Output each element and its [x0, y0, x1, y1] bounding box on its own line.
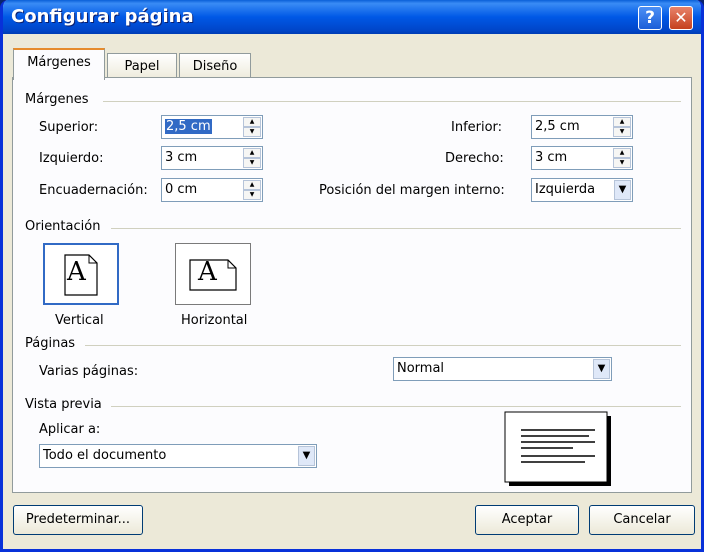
- tab-margenes[interactable]: Márgenes: [13, 48, 105, 80]
- multiple-pages-select[interactable]: Normal ▼: [393, 357, 612, 381]
- apply-to-label: Aplicar a:: [39, 422, 101, 437]
- landscape-letter: A: [198, 257, 217, 287]
- page-setup-dialog: Configurar página ? ✕ Márgenes Papel Dis…: [0, 0, 704, 552]
- apply-to-select[interactable]: Todo el documento ▼: [39, 444, 317, 468]
- pages-section-title: Páginas: [25, 336, 76, 351]
- default-button[interactable]: Predeterminar...: [13, 505, 143, 535]
- portrait-label[interactable]: Vertical: [55, 313, 104, 328]
- margins-section-title: Márgenes: [25, 92, 89, 107]
- spin-up-icon[interactable]: ▲: [613, 148, 631, 158]
- left-margin-spinner[interactable]: 3 cm ▲ ▼: [161, 146, 263, 170]
- title-bar[interactable]: Configurar página ? ✕: [3, 0, 701, 34]
- multiple-pages-label: Varias páginas:: [39, 364, 139, 379]
- gutter-position-label: Posición del margen interno:: [319, 183, 505, 198]
- spin-down-icon[interactable]: ▼: [243, 158, 261, 168]
- help-button[interactable]: ?: [638, 6, 662, 30]
- right-margin-spinner[interactable]: 3 cm ▲ ▼: [531, 146, 633, 170]
- gutter-spinner[interactable]: 0 cm ▲ ▼: [161, 178, 263, 202]
- spin-up-icon[interactable]: ▲: [243, 117, 261, 127]
- apply-to-value: Todo el documento: [43, 448, 167, 463]
- left-margin-label: Izquierdo:: [39, 151, 104, 166]
- window-title: Configurar página: [11, 6, 194, 27]
- page-preview-thumbnail: [504, 411, 611, 486]
- portrait-letter: A: [67, 257, 86, 287]
- close-button[interactable]: ✕: [669, 6, 693, 30]
- portrait-option[interactable]: A: [43, 243, 119, 305]
- bottom-margin-spinner[interactable]: 2,5 cm ▲ ▼: [531, 115, 633, 139]
- chevron-down-icon[interactable]: ▼: [593, 359, 610, 379]
- gutter-value: 0 cm: [165, 182, 198, 197]
- multiple-pages-value: Normal: [397, 361, 445, 376]
- top-margin-label: Superior:: [39, 120, 99, 135]
- spin-down-icon[interactable]: ▼: [613, 127, 631, 137]
- bottom-margin-value: 2,5 cm: [535, 119, 580, 134]
- landscape-option[interactable]: A: [175, 243, 251, 305]
- close-icon: ✕: [674, 8, 688, 27]
- cancel-button[interactable]: Cancelar: [589, 505, 695, 535]
- right-margin-value: 3 cm: [535, 150, 568, 165]
- help-icon: ?: [645, 8, 655, 28]
- right-margin-label: Derecho:: [445, 151, 504, 166]
- spin-up-icon[interactable]: ▲: [243, 180, 261, 190]
- divider: [111, 228, 681, 229]
- left-margin-value: 3 cm: [165, 150, 198, 165]
- divider: [111, 406, 681, 407]
- preview-section-title: Vista previa: [25, 397, 102, 412]
- spin-up-icon[interactable]: ▲: [243, 148, 261, 158]
- gutter-position-select[interactable]: Izquierda ▼: [531, 178, 633, 202]
- divider: [103, 101, 681, 102]
- spin-up-icon[interactable]: ▲: [613, 117, 631, 127]
- ok-button[interactable]: Aceptar: [475, 505, 579, 535]
- divider: [85, 345, 681, 346]
- spin-down-icon[interactable]: ▼: [243, 190, 261, 200]
- landscape-label[interactable]: Horizontal: [181, 313, 247, 328]
- spin-down-icon[interactable]: ▼: [613, 158, 631, 168]
- gutter-label: Encuadernación:: [39, 183, 148, 198]
- gutter-position-value: Izquierda: [535, 182, 596, 197]
- orientation-section-title: Orientación: [25, 219, 101, 234]
- top-margin-value: 2,5 cm: [165, 119, 212, 134]
- bottom-margin-label: Inferior:: [451, 120, 503, 135]
- chevron-down-icon[interactable]: ▼: [298, 446, 315, 466]
- chevron-down-icon[interactable]: ▼: [614, 180, 631, 200]
- top-margin-spinner[interactable]: 2,5 cm ▲ ▼: [161, 115, 263, 139]
- spin-down-icon[interactable]: ▼: [243, 127, 261, 137]
